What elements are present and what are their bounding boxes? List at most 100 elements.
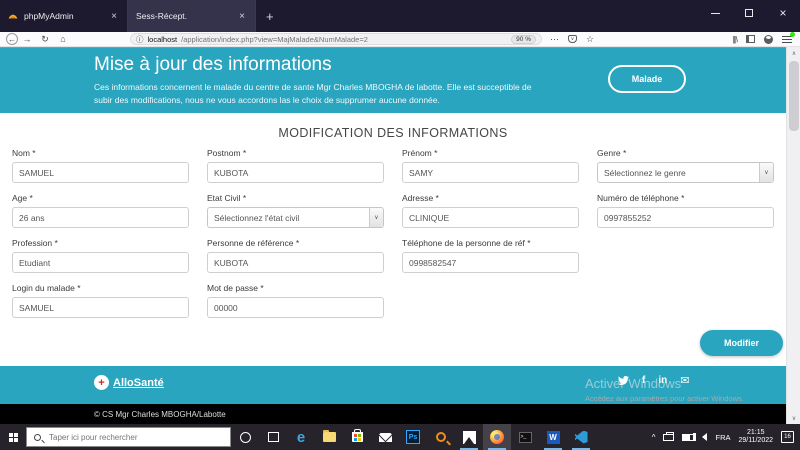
windows-logo-icon bbox=[8, 432, 18, 442]
mot-de-passe-input[interactable] bbox=[207, 297, 384, 318]
url-path: /application/index.php?view=MajMalade&Nu… bbox=[181, 34, 368, 44]
store-button[interactable] bbox=[343, 424, 371, 450]
file-explorer-button[interactable] bbox=[315, 424, 343, 450]
mail-button[interactable] bbox=[371, 424, 399, 450]
edge-button[interactable]: e bbox=[287, 424, 315, 450]
grid-spacer bbox=[597, 238, 774, 273]
allosante-logo[interactable]: + AlloSanté bbox=[94, 375, 164, 390]
edge-icon: e bbox=[296, 428, 306, 446]
search-icon bbox=[34, 433, 41, 441]
tray-expand-icon[interactable]: ^ bbox=[652, 433, 656, 442]
photoshop-button[interactable]: Ps bbox=[399, 424, 427, 450]
field-personne-reference: Personne de référence * bbox=[207, 238, 384, 273]
tab-close-icon[interactable]: × bbox=[109, 11, 119, 22]
telephone-reference-input[interactable] bbox=[402, 252, 579, 273]
adresse-input[interactable] bbox=[402, 207, 579, 228]
magnifier-button[interactable] bbox=[427, 424, 455, 450]
home-icon[interactable]: ⌂ bbox=[54, 34, 72, 44]
vscode-button[interactable] bbox=[567, 424, 595, 450]
personne-reference-input[interactable] bbox=[207, 252, 384, 273]
start-button[interactable] bbox=[0, 424, 26, 450]
terminal-button[interactable]: >_ bbox=[511, 424, 539, 450]
field-label: Adresse * bbox=[402, 193, 439, 203]
bookmark-star-icon[interactable]: ☆ bbox=[586, 34, 594, 45]
field-label: Mot de passe * bbox=[207, 283, 264, 293]
field-label: Genre * bbox=[597, 148, 627, 158]
clock[interactable]: 21:15 29/11/2022 bbox=[738, 429, 773, 446]
chevron-down-icon: ∨ bbox=[369, 208, 383, 227]
minimize-icon bbox=[710, 12, 720, 14]
page-actions-icon[interactable]: ⋯ bbox=[550, 34, 559, 45]
page-subtitle: Ces informations concernent le malade du… bbox=[94, 82, 532, 105]
notification-center-icon[interactable]: 16 bbox=[781, 431, 794, 443]
photos-button[interactable] bbox=[455, 424, 483, 450]
toolbar-right-cluster: |||\ bbox=[733, 31, 800, 44]
browser-tab-strip: phpMyAdmin × Sess-Récept. × + × bbox=[0, 0, 800, 32]
scroll-up-icon[interactable]: ∧ bbox=[787, 47, 800, 59]
etat-civil-select[interactable]: Sélectionnez l'état civil ∨ bbox=[207, 207, 384, 228]
postnom-input[interactable] bbox=[207, 162, 384, 183]
system-tray: ^ FRA 21:15 29/11/2022 16 bbox=[652, 429, 800, 446]
pocket-icon[interactable]: ∨ bbox=[568, 35, 577, 43]
word-button[interactable]: W bbox=[539, 424, 567, 450]
url-bar[interactable]: ⓘ localhost/application/index.php?view=M… bbox=[130, 33, 542, 45]
site-info-icon[interactable]: ⓘ bbox=[136, 34, 144, 45]
back-icon[interactable]: ← bbox=[6, 33, 18, 45]
terminal-icon: >_ bbox=[518, 431, 532, 443]
search-input[interactable] bbox=[47, 431, 207, 443]
field-adresse: Adresse * bbox=[402, 193, 579, 228]
cortana-button[interactable] bbox=[231, 424, 259, 450]
speaker-icon[interactable] bbox=[693, 433, 708, 441]
word-icon: W bbox=[546, 430, 560, 444]
task-view-button[interactable] bbox=[259, 424, 287, 450]
tab-close-icon[interactable]: × bbox=[237, 11, 247, 22]
age-input[interactable] bbox=[12, 207, 189, 228]
account-icon[interactable] bbox=[764, 34, 773, 44]
profession-input[interactable] bbox=[12, 252, 189, 273]
scroll-down-icon[interactable]: ∨ bbox=[787, 412, 800, 424]
tab-phpmyadmin[interactable]: phpMyAdmin × bbox=[0, 0, 128, 32]
field-telephone: Numéro de téléphone * bbox=[597, 193, 774, 228]
whats-new-badge bbox=[790, 31, 795, 37]
telephone-input[interactable] bbox=[597, 207, 774, 228]
nom-input[interactable] bbox=[12, 162, 189, 183]
scrollbar-thumb[interactable] bbox=[789, 61, 799, 131]
field-nom: Nom * bbox=[12, 148, 189, 183]
genre-select[interactable]: Sélectionnez le genre ∨ bbox=[597, 162, 774, 183]
tab-sess-recept[interactable]: Sess-Récept. × bbox=[128, 0, 256, 32]
maximize-button[interactable] bbox=[732, 0, 766, 26]
library-icon[interactable]: |||\ bbox=[733, 35, 739, 44]
sidebar-icon[interactable] bbox=[746, 35, 755, 43]
close-button[interactable]: × bbox=[766, 0, 800, 26]
field-label: Etat Civil * bbox=[207, 193, 247, 203]
field-profession: Profession * bbox=[12, 238, 189, 273]
field-label: Profession * bbox=[12, 238, 58, 248]
field-genre: Genre * Sélectionnez le genre ∨ bbox=[597, 148, 774, 183]
field-label: Personne de référence * bbox=[207, 238, 300, 248]
zoom-level-badge[interactable]: 90 % bbox=[511, 34, 536, 44]
reload-icon[interactable]: ↻ bbox=[36, 34, 54, 45]
vscode-icon bbox=[574, 430, 588, 444]
taskbar-apps: e Ps >_ W bbox=[231, 424, 595, 450]
taskbar-search[interactable] bbox=[26, 427, 231, 447]
login-input[interactable] bbox=[12, 297, 189, 318]
menu-icon[interactable] bbox=[782, 31, 795, 43]
language-indicator[interactable]: FRA bbox=[715, 433, 730, 442]
prenom-input[interactable] bbox=[402, 162, 579, 183]
modifier-button[interactable]: Modifier bbox=[700, 330, 783, 356]
field-label: Age * bbox=[12, 193, 33, 203]
printer-icon[interactable] bbox=[663, 431, 675, 441]
patient-form: Nom * Postnom * Prénom * Genre * Sélecti… bbox=[0, 148, 786, 318]
mail-icon[interactable]: ✉ bbox=[680, 374, 689, 387]
forward-icon[interactable]: → bbox=[18, 34, 36, 44]
task-view-icon bbox=[267, 432, 279, 442]
field-etat-civil: Etat Civil * Sélectionnez l'état civil ∨ bbox=[207, 193, 384, 228]
grid-spacer bbox=[402, 283, 579, 318]
malade-button[interactable]: Malade bbox=[608, 65, 686, 93]
page-scrollbar[interactable]: ∧ ∨ bbox=[786, 47, 800, 424]
firefox-button[interactable] bbox=[483, 424, 511, 450]
new-tab-button[interactable]: + bbox=[256, 5, 284, 28]
field-label: Téléphone de la personne de réf * bbox=[402, 238, 531, 248]
minimize-button[interactable] bbox=[698, 0, 732, 26]
window-controls: × bbox=[698, 0, 800, 26]
